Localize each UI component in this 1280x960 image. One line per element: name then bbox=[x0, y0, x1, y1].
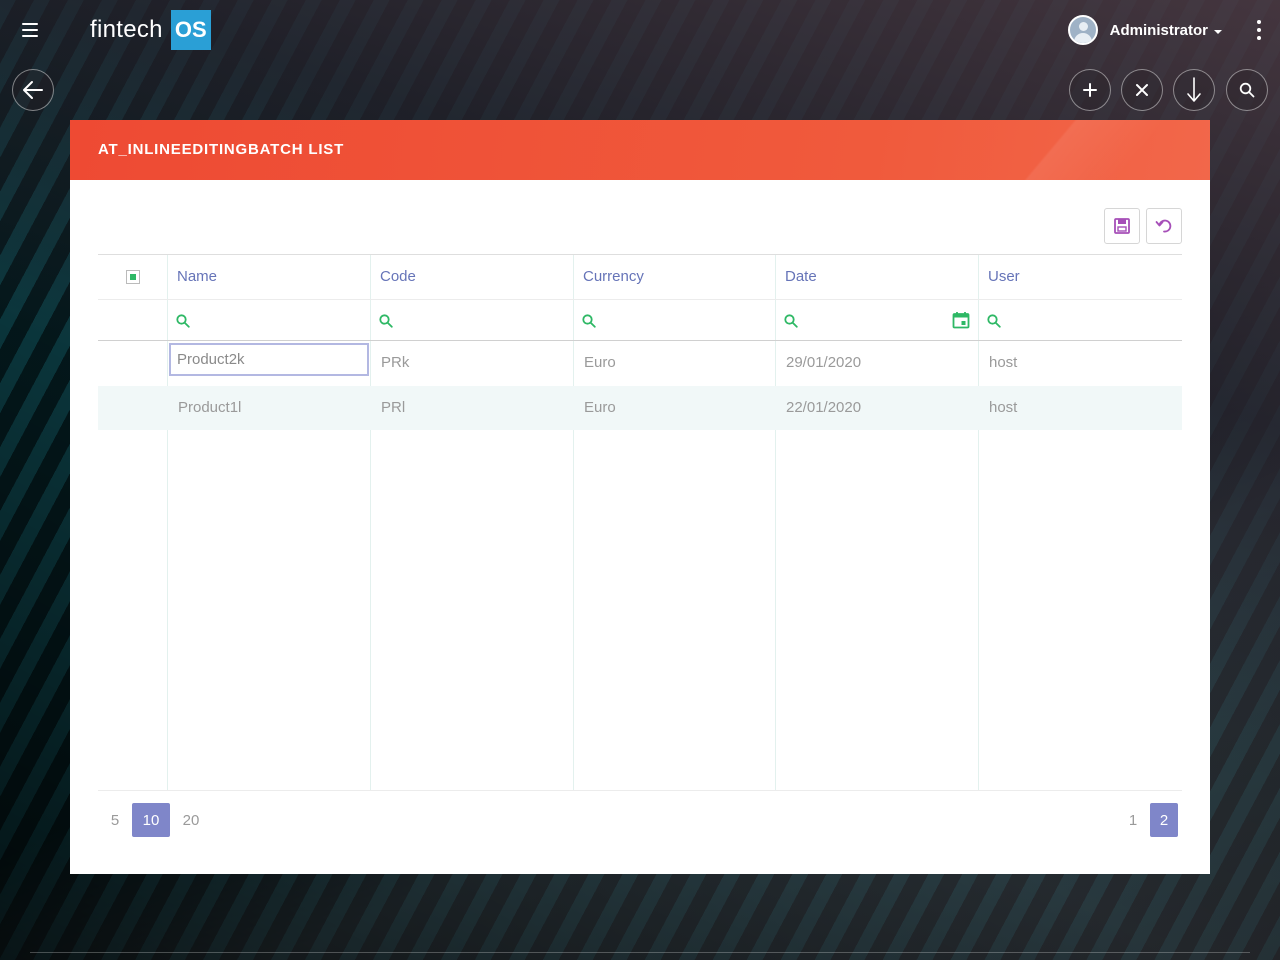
back-button[interactable] bbox=[12, 69, 54, 111]
column-header-currency[interactable]: Currency bbox=[574, 255, 775, 299]
pagination: 1 2 bbox=[1116, 803, 1178, 837]
data-grid: Name Code Currency Date User Product2k P… bbox=[98, 254, 1182, 791]
page-1[interactable]: 1 bbox=[1116, 803, 1150, 837]
cell-name[interactable]: Product1l bbox=[168, 386, 241, 430]
filter-user bbox=[979, 300, 1182, 341]
filter-currency-input[interactable] bbox=[574, 300, 775, 341]
arrow-down-icon bbox=[1187, 77, 1201, 102]
page-2[interactable]: 2 bbox=[1150, 803, 1178, 837]
user-menu[interactable]: Administrator bbox=[1067, 14, 1222, 46]
filter-row bbox=[98, 299, 1182, 341]
page-size-20[interactable]: 20 bbox=[170, 803, 212, 837]
undo-button[interactable] bbox=[1146, 208, 1182, 244]
logo-text: fintech bbox=[90, 16, 163, 43]
page-title: AT_INLINEEDITINGBATCH LIST bbox=[98, 141, 345, 158]
filter-code bbox=[371, 300, 573, 341]
column-header-name[interactable]: Name bbox=[168, 255, 370, 299]
filter-currency bbox=[574, 300, 775, 341]
filter-code-input[interactable] bbox=[371, 300, 573, 341]
cell-currency[interactable]: Euro bbox=[574, 386, 616, 430]
save-button[interactable] bbox=[1104, 208, 1140, 244]
filter-name bbox=[168, 300, 370, 341]
filter-user-input[interactable] bbox=[979, 300, 1182, 341]
cell-user[interactable]: host bbox=[979, 386, 1017, 430]
filter-date bbox=[776, 300, 978, 341]
footer-divider bbox=[30, 952, 1250, 953]
save-icon bbox=[1114, 218, 1130, 234]
menu-icon[interactable] bbox=[20, 20, 40, 40]
sort-button[interactable] bbox=[1173, 69, 1215, 111]
cell-date[interactable]: 29/01/2020 bbox=[776, 341, 861, 385]
close-button[interactable] bbox=[1121, 69, 1163, 111]
caret-down-icon bbox=[1214, 29, 1222, 34]
header-row: Name Code Currency Date User bbox=[98, 255, 1182, 299]
table-row[interactable]: PRk Euro 29/01/2020 host bbox=[98, 341, 1182, 385]
column-header-code[interactable]: Code bbox=[371, 255, 573, 299]
back-arrow-icon bbox=[23, 81, 43, 99]
cell-code[interactable]: PRk bbox=[371, 341, 409, 385]
search-icon bbox=[1239, 82, 1255, 98]
undo-icon bbox=[1155, 219, 1172, 233]
logo-badge: OS bbox=[170, 10, 211, 50]
add-button[interactable] bbox=[1069, 69, 1111, 111]
filter-name-input[interactable] bbox=[168, 300, 370, 341]
app-logo[interactable]: fintech OS bbox=[90, 10, 211, 50]
list-card: AT_INLINEEDITINGBATCH LIST Name Code Cur… bbox=[70, 120, 1210, 874]
filter-date-input[interactable] bbox=[776, 300, 978, 341]
close-icon bbox=[1136, 84, 1148, 96]
plus-icon bbox=[1083, 83, 1097, 97]
avatar-icon bbox=[1067, 15, 1098, 45]
page-size-10[interactable]: 10 bbox=[132, 803, 170, 837]
cell-user[interactable]: host bbox=[979, 341, 1017, 385]
cell-code[interactable]: PRl bbox=[371, 386, 405, 430]
column-header-date[interactable]: Date bbox=[776, 255, 978, 299]
name-edit-input[interactable] bbox=[169, 343, 369, 376]
cell-date[interactable]: 22/01/2020 bbox=[776, 386, 861, 430]
select-all-checkbox[interactable] bbox=[126, 270, 140, 284]
column-header-user[interactable]: User bbox=[979, 255, 1182, 299]
card-header: AT_INLINEEDITINGBATCH LIST bbox=[70, 120, 1210, 180]
cell-currency[interactable]: Euro bbox=[574, 341, 616, 385]
page-size-selector: 5 10 20 bbox=[98, 803, 212, 837]
more-options-icon[interactable] bbox=[1256, 20, 1262, 40]
grid-divider bbox=[98, 790, 1182, 791]
user-name: Administrator bbox=[1109, 21, 1208, 39]
table-row[interactable]: Product1l PRl Euro 22/01/2020 host bbox=[98, 386, 1182, 430]
page-size-5[interactable]: 5 bbox=[98, 803, 132, 837]
search-button[interactable] bbox=[1226, 69, 1268, 111]
calendar-icon[interactable] bbox=[952, 311, 970, 329]
